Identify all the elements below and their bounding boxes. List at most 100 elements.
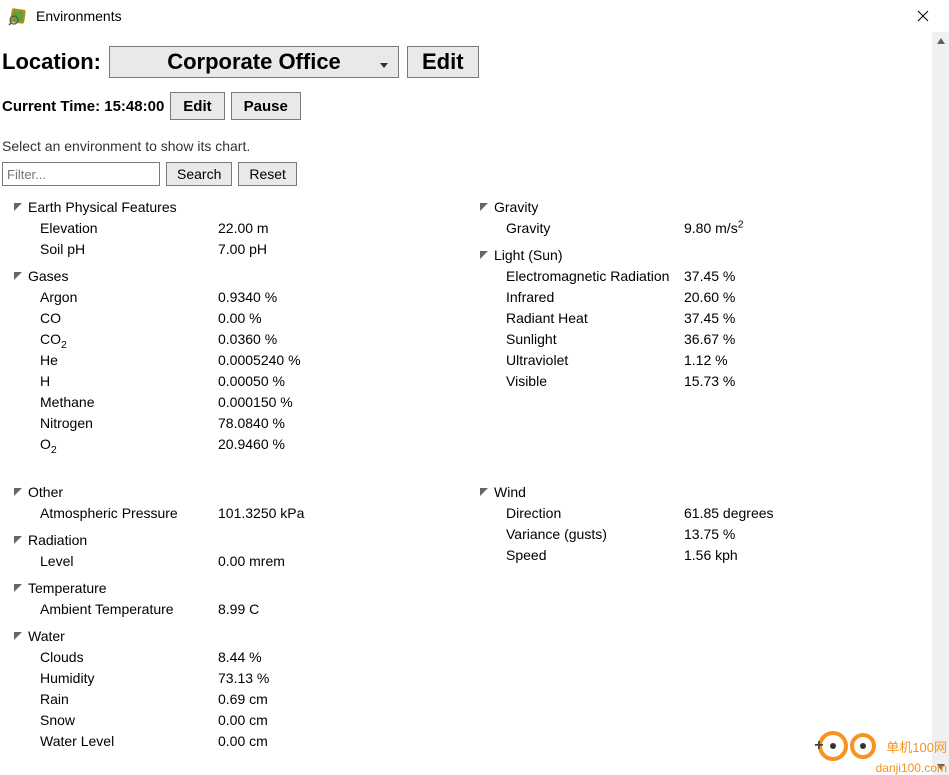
env-item-value: 37.45 % xyxy=(684,310,735,326)
group-header[interactable]: Water xyxy=(0,625,466,646)
group-name: Wind xyxy=(490,484,526,500)
env-item-row[interactable]: Visible15.73 % xyxy=(466,370,932,391)
group-header[interactable]: Radiation xyxy=(0,529,466,550)
env-item-value: 37.45 % xyxy=(684,268,735,284)
env-item-name: Electromagnetic Radiation xyxy=(466,268,684,284)
env-item-row[interactable]: CO20.0360 % xyxy=(0,328,466,349)
env-item-value: 7.00 pH xyxy=(218,241,267,257)
env-item-name: Elevation xyxy=(0,220,218,236)
env-item-name: Methane xyxy=(0,394,218,410)
search-button[interactable]: Search xyxy=(166,162,232,186)
group-name: Other xyxy=(24,484,63,500)
location-select[interactable]: Corporate Office xyxy=(109,46,399,78)
env-item-row[interactable]: CO0.00 % xyxy=(0,307,466,328)
chevron-down-icon xyxy=(380,49,388,75)
env-item-name: H xyxy=(0,373,218,389)
env-item-value: 20.9460 % xyxy=(218,436,285,452)
expand-icon[interactable] xyxy=(12,203,24,211)
env-item-row[interactable]: Level0.00 mrem xyxy=(0,550,466,571)
group-name: Light (Sun) xyxy=(490,247,562,263)
env-item-row[interactable]: Nitrogen78.0840 % xyxy=(0,412,466,433)
env-item-row[interactable]: Humidity73.13 % xyxy=(0,667,466,688)
current-time-label: Current Time: 15:48:00 xyxy=(2,98,164,115)
env-item-row[interactable]: He0.0005240 % xyxy=(0,349,466,370)
expand-icon[interactable] xyxy=(12,536,24,544)
env-item-name: Visible xyxy=(466,373,684,389)
env-item-name: Level xyxy=(0,553,218,569)
group-name: Gravity xyxy=(490,199,538,215)
group-header[interactable]: Gravity xyxy=(466,196,932,217)
group-name: Radiation xyxy=(24,532,87,548)
env-item-row[interactable]: Ambient Temperature8.99 C xyxy=(0,598,466,619)
env-item-row[interactable]: Atmospheric Pressure101.3250 kPa xyxy=(0,502,466,523)
env-item-row[interactable]: Argon0.9340 % xyxy=(0,286,466,307)
env-item-name: Variance (gusts) xyxy=(466,526,684,542)
group-name: Earth Physical Features xyxy=(24,199,177,215)
env-item-name: Radiant Heat xyxy=(466,310,684,326)
group-header[interactable]: Wind xyxy=(466,481,932,502)
env-item-row[interactable]: Sunlight36.67 % xyxy=(466,328,932,349)
vertical-scrollbar[interactable] xyxy=(932,32,949,775)
env-item-row[interactable]: Snow0.00 cm xyxy=(0,709,466,730)
env-item-row[interactable]: Direction61.85 degrees xyxy=(466,502,932,523)
env-item-row[interactable]: H0.00050 % xyxy=(0,370,466,391)
env-item-row[interactable]: Water Level0.00 cm xyxy=(0,730,466,751)
env-item-value: 1.56 kph xyxy=(684,547,738,563)
env-item-row[interactable]: Variance (gusts)13.75 % xyxy=(466,523,932,544)
env-item-name: Ambient Temperature xyxy=(0,601,218,617)
location-edit-button[interactable]: Edit xyxy=(407,46,479,78)
env-item-name: Sunlight xyxy=(466,331,684,347)
env-item-row[interactable]: Ultraviolet1.12 % xyxy=(466,349,932,370)
expand-icon[interactable] xyxy=(12,272,24,280)
expand-icon[interactable] xyxy=(478,251,490,259)
group-header[interactable]: Other xyxy=(0,481,466,502)
env-item-name: Infrared xyxy=(466,289,684,305)
group-header[interactable]: Light (Sun) xyxy=(466,244,932,265)
env-item-name: CO2 xyxy=(0,331,218,347)
expand-icon[interactable] xyxy=(12,584,24,592)
env-item-row[interactable]: Clouds8.44 % xyxy=(0,646,466,667)
env-item-row[interactable]: Radiant Heat37.45 % xyxy=(466,307,932,328)
expand-icon[interactable] xyxy=(478,488,490,496)
titlebar: Environments xyxy=(0,0,949,32)
env-item-value: 101.3250 kPa xyxy=(218,505,304,521)
env-item-value: 13.75 % xyxy=(684,526,735,542)
close-icon xyxy=(917,10,929,22)
expand-icon[interactable] xyxy=(12,488,24,496)
tree-left-column: Earth Physical FeaturesElevation22.00 mS… xyxy=(0,196,466,757)
env-item-row[interactable]: Infrared20.60 % xyxy=(466,286,932,307)
group-header[interactable]: Earth Physical Features xyxy=(0,196,466,217)
env-item-value: 0.00 % xyxy=(218,310,262,326)
env-item-value: 1.12 % xyxy=(684,352,728,368)
env-item-row[interactable]: Electromagnetic Radiation37.45 % xyxy=(466,265,932,286)
hint-text: Select an environment to show its chart. xyxy=(0,138,932,162)
expand-icon[interactable] xyxy=(478,203,490,211)
env-item-row[interactable]: O220.9460 % xyxy=(0,433,466,454)
env-item-value: 0.00 mrem xyxy=(218,553,285,569)
env-item-value: 73.13 % xyxy=(218,670,269,686)
time-edit-button[interactable]: Edit xyxy=(170,92,224,120)
env-item-value: 0.00050 % xyxy=(218,373,285,389)
filter-input[interactable] xyxy=(2,162,160,186)
group-header[interactable]: Gases xyxy=(0,265,466,286)
tree-right-column: Gravity Gravity9.80 m/s2 Light (Sun) Electr… xyxy=(466,196,932,757)
env-item-row[interactable]: Soil pH7.00 pH xyxy=(0,238,466,259)
env-item-value: 8.99 C xyxy=(218,601,259,617)
expand-icon[interactable] xyxy=(12,632,24,640)
window-close-button[interactable] xyxy=(900,2,945,30)
env-item-row[interactable]: Methane0.000150 % xyxy=(0,391,466,412)
scroll-down-icon[interactable] xyxy=(932,758,949,775)
env-item-row[interactable]: Rain0.69 cm xyxy=(0,688,466,709)
env-item-row[interactable]: Gravity9.80 m/s2 xyxy=(466,217,932,238)
reset-button[interactable]: Reset xyxy=(238,162,297,186)
group-header[interactable]: Temperature xyxy=(0,577,466,598)
time-pause-button[interactable]: Pause xyxy=(231,92,301,120)
env-item-name: CO xyxy=(0,310,218,326)
env-item-row[interactable]: Elevation22.00 m xyxy=(0,217,466,238)
env-item-value: 20.60 % xyxy=(684,289,735,305)
env-item-row[interactable]: Speed1.56 kph xyxy=(466,544,932,565)
env-item-value: 8.44 % xyxy=(218,649,262,665)
env-item-name: Speed xyxy=(466,547,684,563)
env-item-name: Soil pH xyxy=(0,241,218,257)
scroll-up-icon[interactable] xyxy=(932,32,949,49)
